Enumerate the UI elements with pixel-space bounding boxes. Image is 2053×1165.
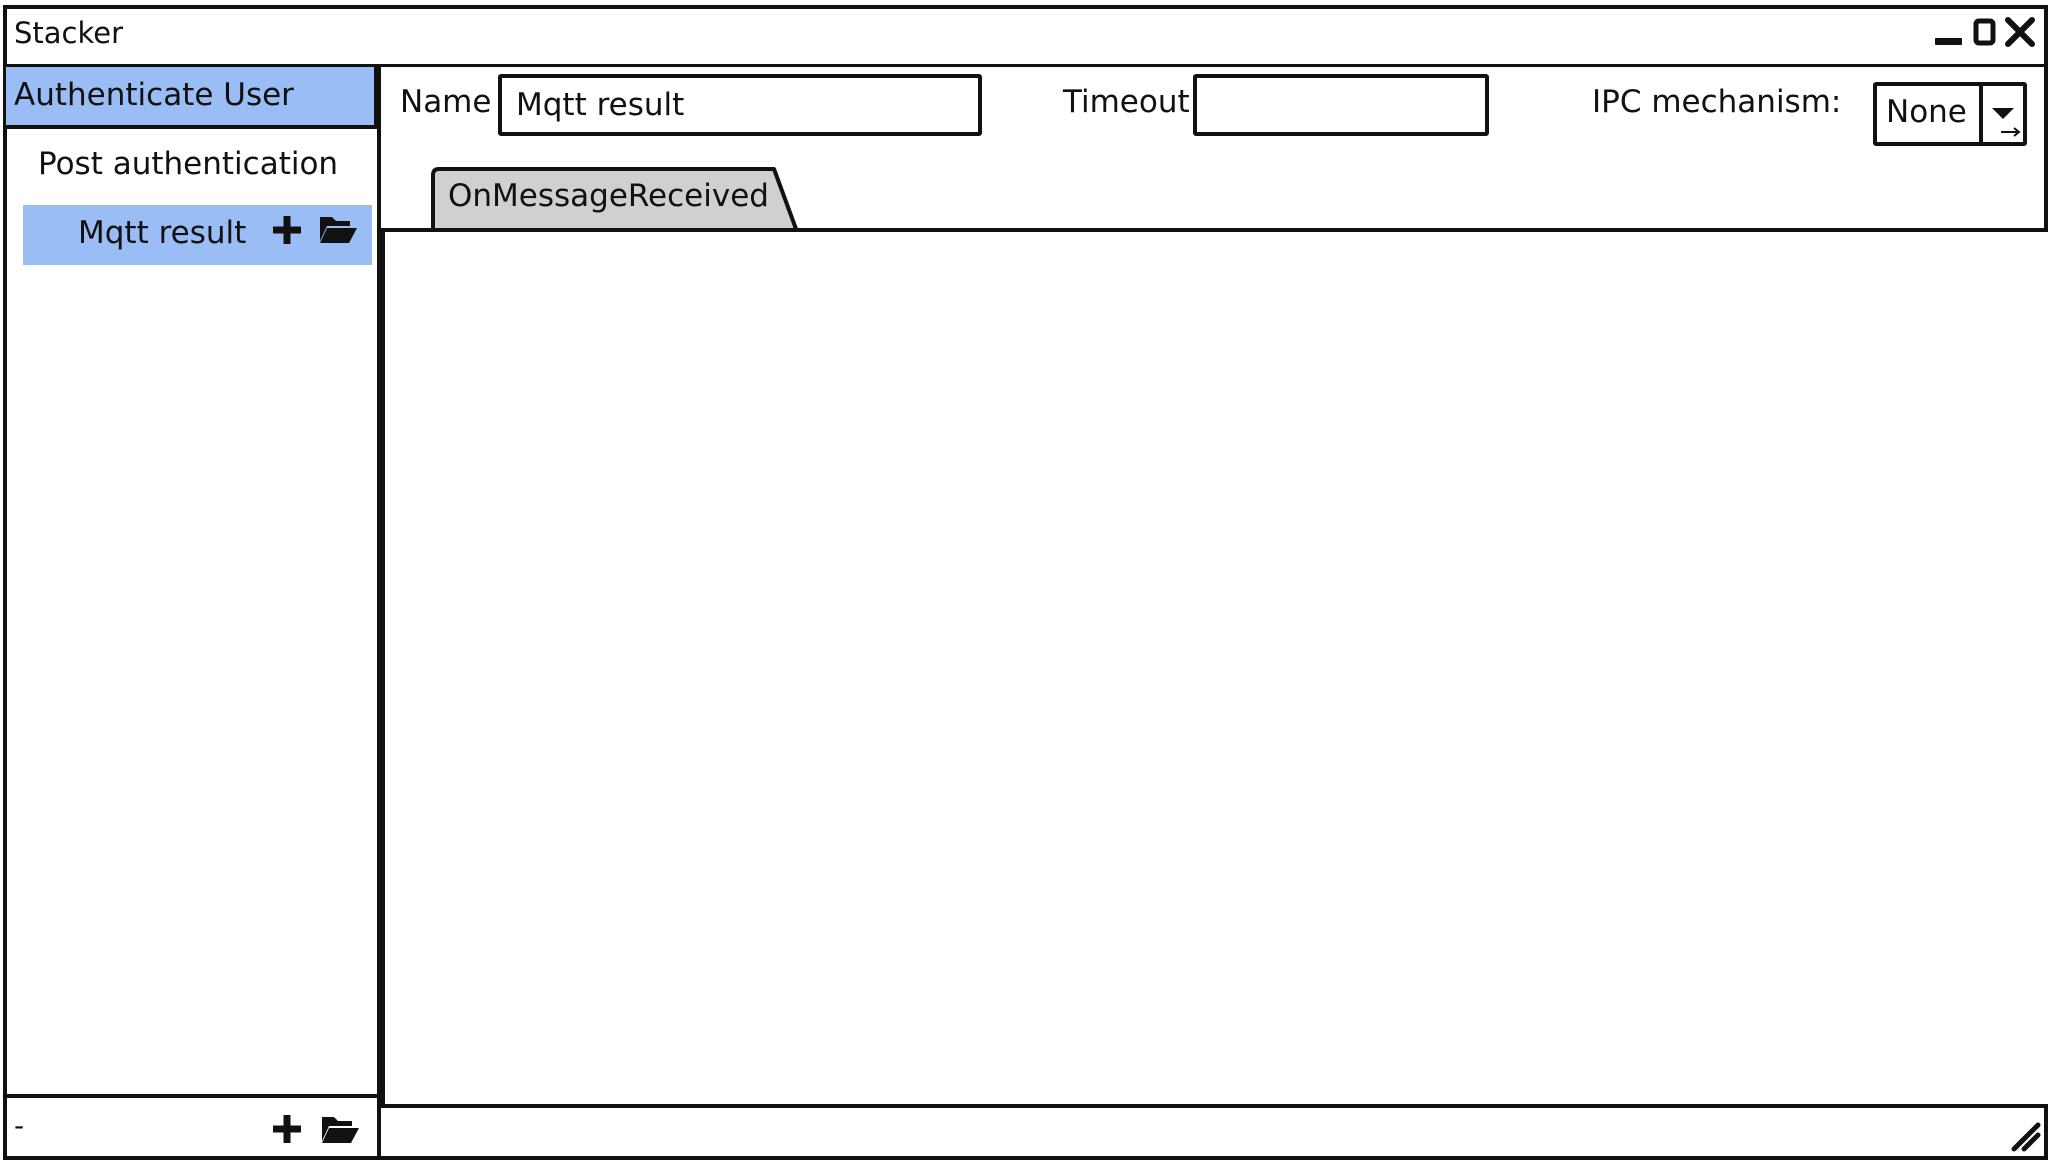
title-bar <box>3 5 2048 67</box>
name-field[interactable] <box>498 74 982 136</box>
plus-icon[interactable] <box>270 1112 304 1146</box>
script-editor-area[interactable] <box>381 228 2048 1108</box>
name-label: Name <box>400 84 492 120</box>
resize-grip-icon[interactable] <box>2008 1118 2042 1152</box>
tab-label: OnMessageReceived <box>448 178 769 214</box>
tree-item-post-authentication[interactable]: Post authentication <box>38 149 338 180</box>
folder-open-icon[interactable] <box>320 1113 360 1145</box>
minimize-icon[interactable] <box>1932 20 1966 48</box>
tree-item-label: Authenticate User <box>14 77 294 113</box>
ipc-mechanism-value: None <box>1886 94 1967 130</box>
window-title: Stacker <box>14 16 124 50</box>
folder-open-icon[interactable] <box>318 213 358 245</box>
footer-label: - <box>14 1109 25 1142</box>
close-icon[interactable] <box>2003 16 2037 48</box>
timeout-field[interactable] <box>1193 74 1489 136</box>
maximize-icon[interactable] <box>1972 18 1998 48</box>
tree-item-label: Mqtt result <box>78 215 247 251</box>
timeout-label: Timeout <box>1063 84 1190 120</box>
dropdown-button[interactable] <box>1979 84 2023 144</box>
plus-icon[interactable] <box>270 213 304 247</box>
status-bar <box>381 1104 2048 1160</box>
ipc-mechanism-label: IPC mechanism: <box>1592 84 1842 120</box>
